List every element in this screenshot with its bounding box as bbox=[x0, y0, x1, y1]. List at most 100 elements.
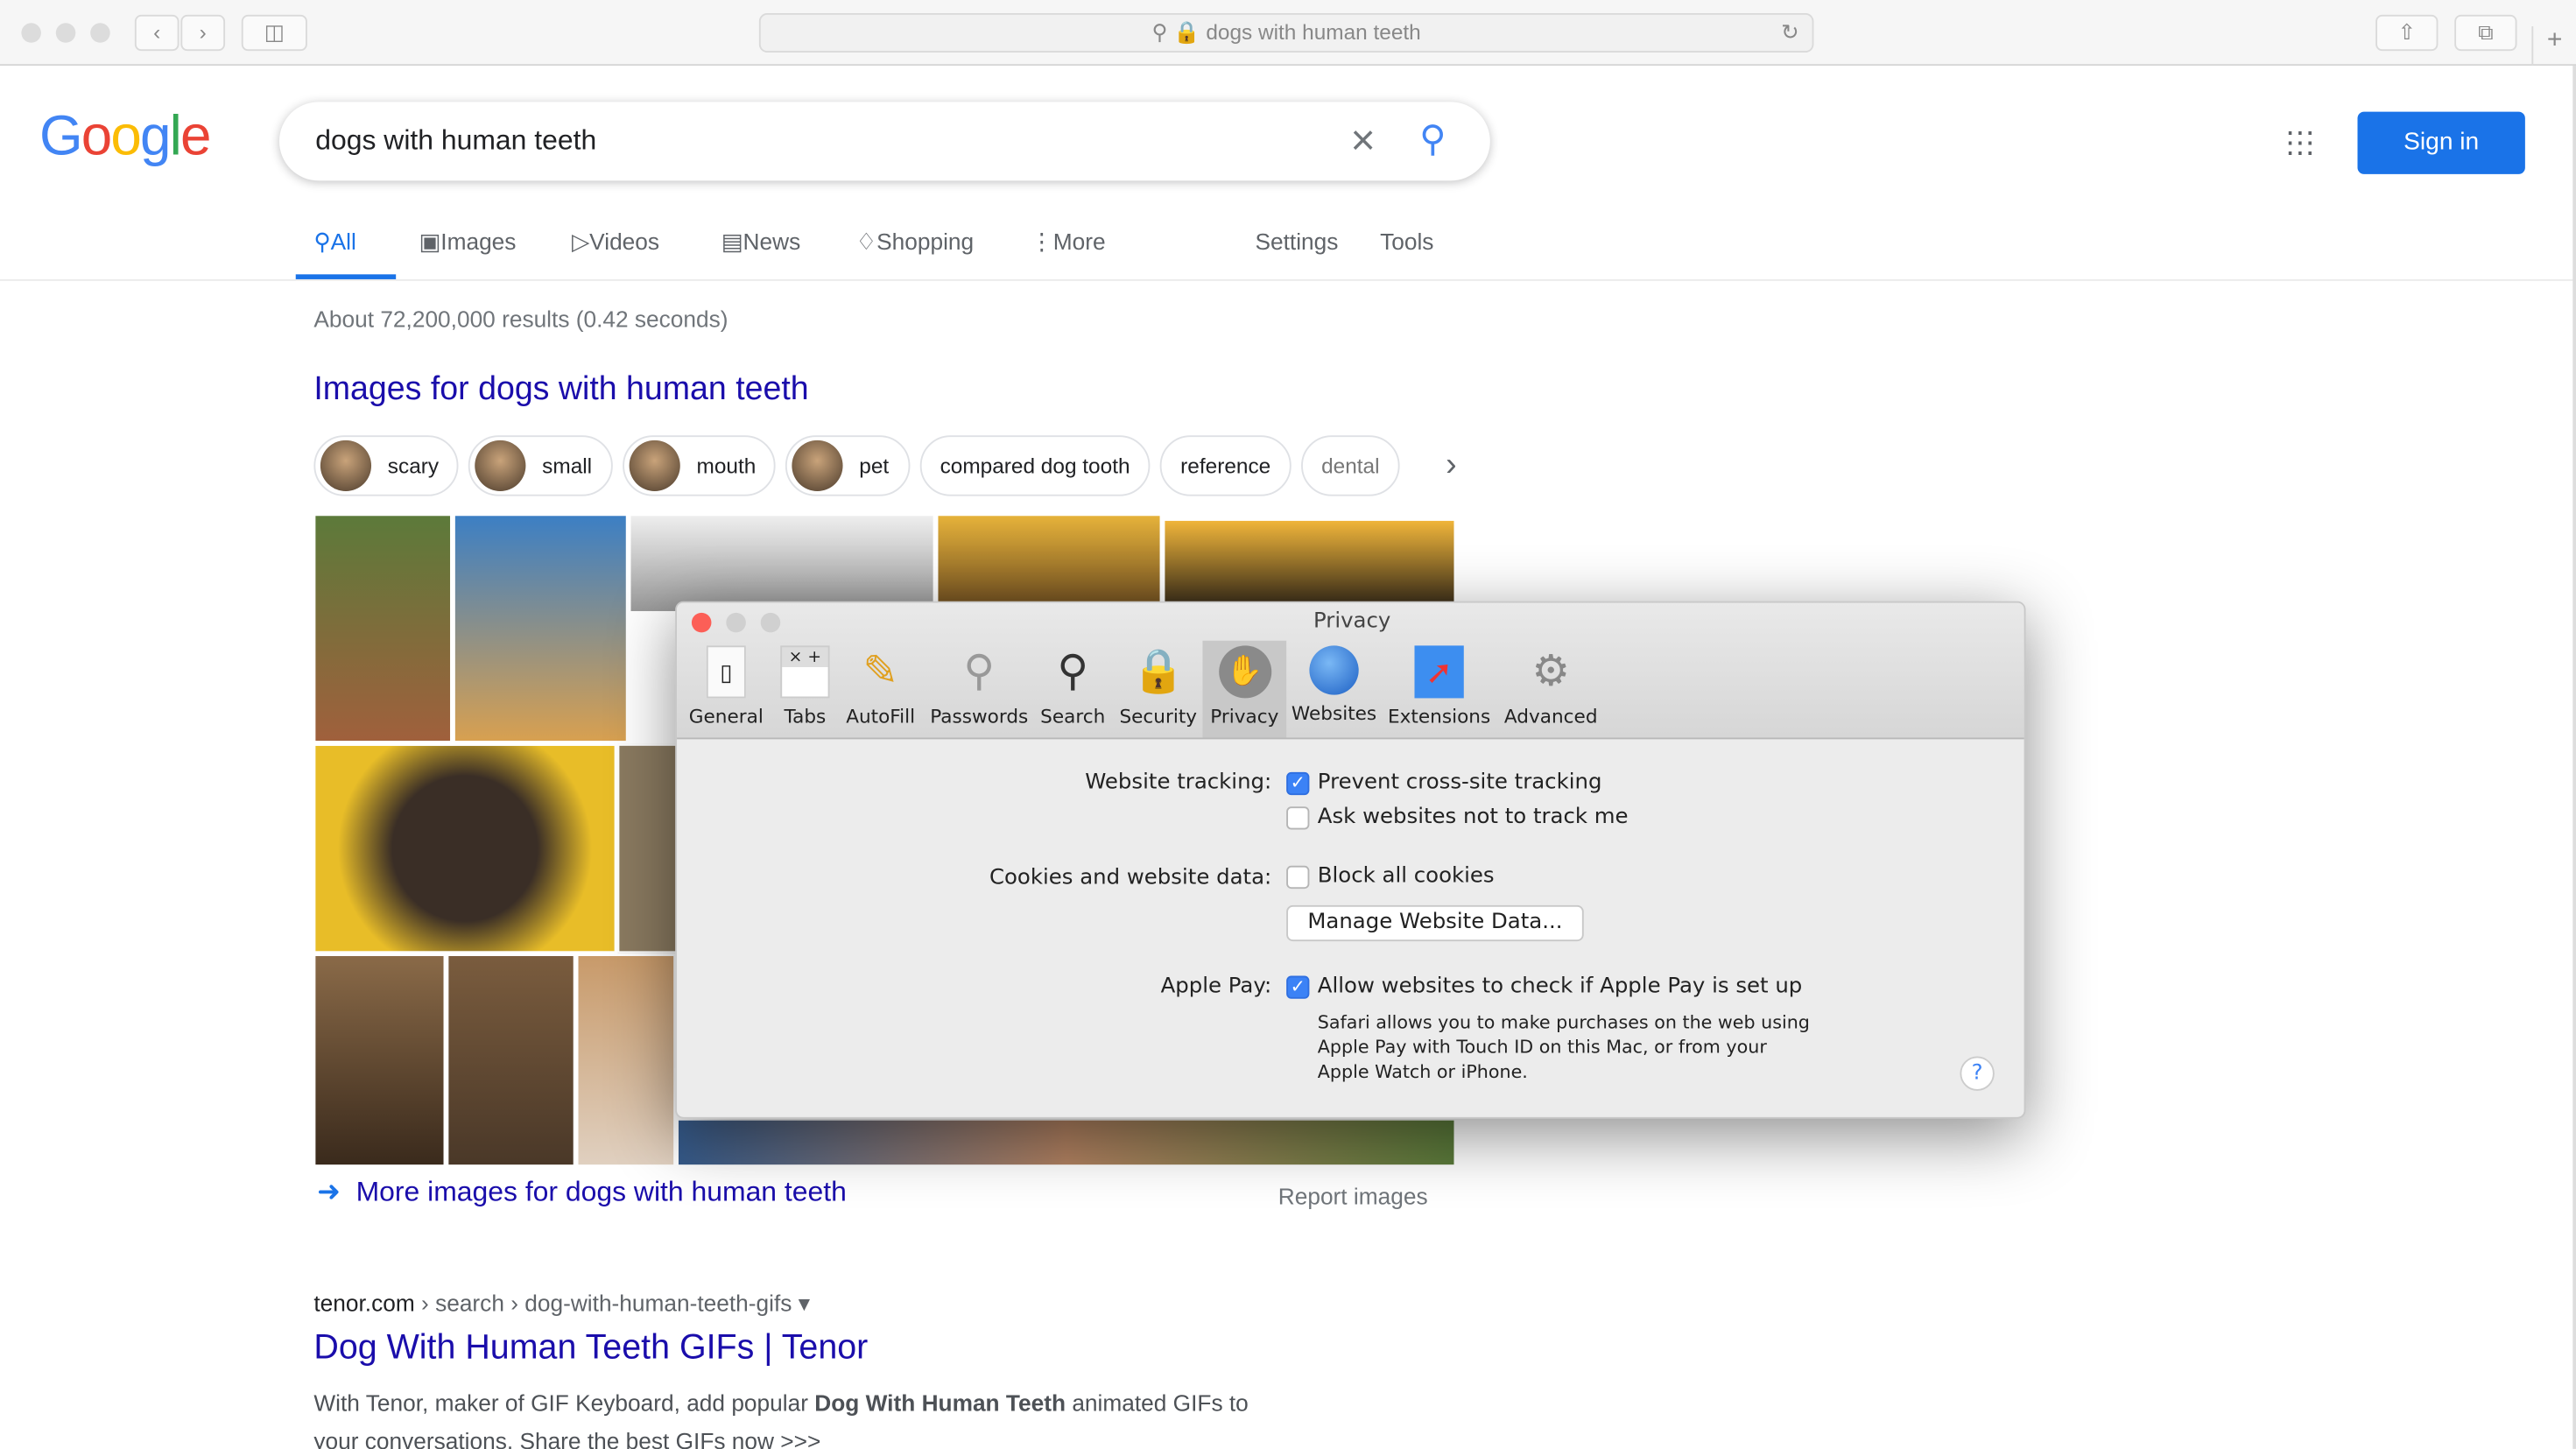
help-button[interactable]: ? bbox=[1960, 1056, 1995, 1091]
search-query: dogs with human teeth bbox=[315, 124, 597, 157]
result-cite: tenor.com › search › dog-with-human-teet… bbox=[313, 1289, 810, 1316]
forward-button[interactable]: › bbox=[180, 14, 226, 52]
result-snippet: With Tenor, maker of GIF Keyboard, add p… bbox=[313, 1389, 1249, 1449]
pencil-icon: ✎ bbox=[862, 647, 899, 697]
manage-website-data-button[interactable]: Manage Website Data... bbox=[1286, 904, 1584, 942]
result-stats: About 72,200,000 results (0.42 seconds) bbox=[313, 305, 728, 333]
image-result[interactable] bbox=[447, 954, 575, 1167]
images-heading[interactable]: Images for dogs with human teeth bbox=[313, 371, 808, 409]
tab-privacy[interactable]: ✋ Privacy bbox=[1202, 640, 1287, 738]
browser-toolbar: ‹ › ◫ ⚲ 🔒 dogs with human teeth ↻ ⇧ ⧉ + bbox=[0, 0, 2576, 67]
divider bbox=[0, 278, 2576, 281]
chip-small[interactable]: small bbox=[468, 435, 613, 496]
tab-websites[interactable]: Websites bbox=[1288, 641, 1380, 736]
reload-icon[interactable]: ↻ bbox=[1781, 15, 1798, 51]
chip-scary[interactable]: scary bbox=[313, 435, 459, 496]
tab-more[interactable]: ⋮ More bbox=[1030, 229, 1105, 257]
zoom-window-button[interactable] bbox=[90, 23, 110, 43]
url-text: dogs with human teeth bbox=[1206, 19, 1421, 45]
image-result[interactable] bbox=[1163, 518, 1456, 613]
tab-all[interactable]: ⚲ All bbox=[313, 229, 355, 257]
lock-icon: 🔒 bbox=[1131, 647, 1186, 697]
tab-security[interactable]: 🔒 Security bbox=[1114, 641, 1202, 736]
google-logo[interactable]: Google bbox=[39, 105, 211, 169]
image-result[interactable] bbox=[453, 514, 628, 743]
address-bar[interactable]: ⚲ 🔒 dogs with human teeth ↻ bbox=[758, 13, 1814, 53]
report-images-link[interactable]: Report images bbox=[1278, 1183, 1428, 1209]
cookies-label: Cookies and website data: bbox=[989, 865, 1272, 890]
sign-in-button[interactable]: Sign in bbox=[2357, 111, 2525, 174]
search-icon[interactable]: ⚲ bbox=[1419, 118, 1446, 161]
ask-not-track-label[interactable]: Ask websites not to track me bbox=[1318, 805, 1629, 829]
new-tab-button[interactable]: + bbox=[2531, 26, 2576, 67]
scrollbar[interactable] bbox=[2572, 66, 2576, 1449]
clear-icon[interactable]: × bbox=[1350, 115, 1375, 165]
share-icon[interactable]: ⇧ bbox=[2375, 14, 2439, 52]
apple-pay-note: Safari allows you to make purchases on t… bbox=[1317, 1011, 1810, 1083]
preferences-toolbar: Privacy ▯ General × + Tabs ✎ AutoFill ⚲ Pass… bbox=[677, 602, 2024, 740]
image-result[interactable] bbox=[677, 1118, 1456, 1167]
image-result[interactable] bbox=[936, 514, 1162, 613]
tabs-overview-icon[interactable]: ⧉ bbox=[2454, 14, 2517, 52]
sidebar-toggle-icon[interactable]: ◫ bbox=[241, 14, 307, 52]
apple-pay-label: Apple Pay: bbox=[1160, 974, 1272, 999]
image-result[interactable] bbox=[617, 743, 684, 953]
chevron-right-icon[interactable]: › bbox=[1446, 447, 1457, 484]
apple-pay-checkbox[interactable]: ✓ bbox=[1286, 975, 1310, 999]
tab-search[interactable]: ⚲ Search bbox=[1035, 641, 1110, 736]
key-icon: ⚲ bbox=[963, 647, 996, 697]
chip-thumbnail bbox=[475, 440, 526, 492]
tab-images[interactable]: ▣ Images bbox=[419, 229, 516, 257]
gear-icon: ⚙ bbox=[1531, 647, 1571, 697]
chip-thumbnail bbox=[792, 440, 843, 492]
tab-news[interactable]: ▤ News bbox=[721, 229, 801, 257]
tab-autofill[interactable]: ✎ AutoFill bbox=[841, 641, 920, 736]
prevent-tracking-checkbox[interactable]: ✓ bbox=[1286, 771, 1310, 796]
magnifier-icon: ⚲ bbox=[1057, 647, 1089, 697]
image-result[interactable] bbox=[313, 743, 616, 953]
image-result[interactable] bbox=[576, 954, 676, 1167]
apple-pay-option-label[interactable]: Allow websites to check if Apple Pay is … bbox=[1318, 974, 1803, 999]
tab-videos[interactable]: ▷ Videos bbox=[572, 229, 659, 257]
chip-pet[interactable]: pet bbox=[785, 435, 911, 496]
chip-thumbnail bbox=[629, 440, 680, 492]
result-title-link[interactable]: Dog With Human Teeth GIFs | Tenor bbox=[313, 1329, 868, 1368]
chip-thumbnail bbox=[320, 440, 372, 492]
tab-shopping[interactable]: ♢ Shopping bbox=[856, 229, 975, 257]
image-result[interactable] bbox=[313, 954, 446, 1167]
ask-not-track-checkbox[interactable] bbox=[1286, 806, 1310, 830]
prevent-tracking-label[interactable]: Prevent cross-site tracking bbox=[1318, 770, 1602, 795]
chip-compared-dog-tooth[interactable]: compared dog tooth bbox=[919, 435, 1151, 496]
chip-reference[interactable]: reference bbox=[1159, 435, 1292, 496]
arrow-right-icon: ➜ bbox=[317, 1176, 341, 1208]
search-icon: ⚲ 🔒 bbox=[1151, 19, 1200, 45]
website-tracking-label: Website tracking: bbox=[1085, 770, 1272, 796]
tab-general[interactable]: ▯ General bbox=[685, 641, 767, 736]
back-button[interactable]: ‹ bbox=[134, 14, 179, 52]
chip-dental[interactable]: dental bbox=[1301, 435, 1400, 496]
tools-link[interactable]: Tools bbox=[1380, 229, 1433, 255]
privacy-preferences-window: Privacy ▯ General × + Tabs ✎ AutoFill ⚲ Pass… bbox=[675, 601, 2026, 1119]
close-window-button[interactable] bbox=[21, 23, 41, 43]
block-cookies-checkbox[interactable] bbox=[1286, 865, 1310, 890]
minimize-window-button[interactable] bbox=[55, 23, 76, 43]
hand-icon: ✋ bbox=[1218, 645, 1271, 699]
window-title: Privacy bbox=[1313, 609, 1391, 635]
extensions-puzzle-icon: ➚ bbox=[1414, 645, 1464, 699]
image-result[interactable] bbox=[629, 514, 935, 613]
tabs-icon: × + bbox=[780, 645, 830, 699]
search-input[interactable]: dogs with human teeth × ⚲ bbox=[278, 102, 1490, 181]
chip-mouth[interactable]: mouth bbox=[623, 435, 776, 496]
general-switch-icon: ▯ bbox=[706, 645, 746, 699]
globe-icon bbox=[1309, 645, 1359, 695]
apps-grid-icon[interactable]: ⋯ ⋯ ⋯ bbox=[2285, 118, 2315, 167]
tab-extensions[interactable]: ➚ Extensions bbox=[1387, 641, 1492, 736]
more-images-link[interactable]: ➜ More images for dogs with human teeth bbox=[317, 1176, 847, 1209]
tab-advanced[interactable]: ⚙ Advanced bbox=[1498, 641, 1603, 736]
tab-tabs[interactable]: × + Tabs bbox=[772, 641, 838, 736]
block-cookies-label[interactable]: Block all cookies bbox=[1318, 864, 1495, 889]
image-result[interactable] bbox=[313, 514, 452, 743]
caret-down-icon[interactable]: ▾ bbox=[799, 1290, 810, 1316]
settings-link[interactable]: Settings bbox=[1255, 229, 1338, 255]
tab-passwords[interactable]: ⚲ Passwords bbox=[925, 641, 1033, 736]
